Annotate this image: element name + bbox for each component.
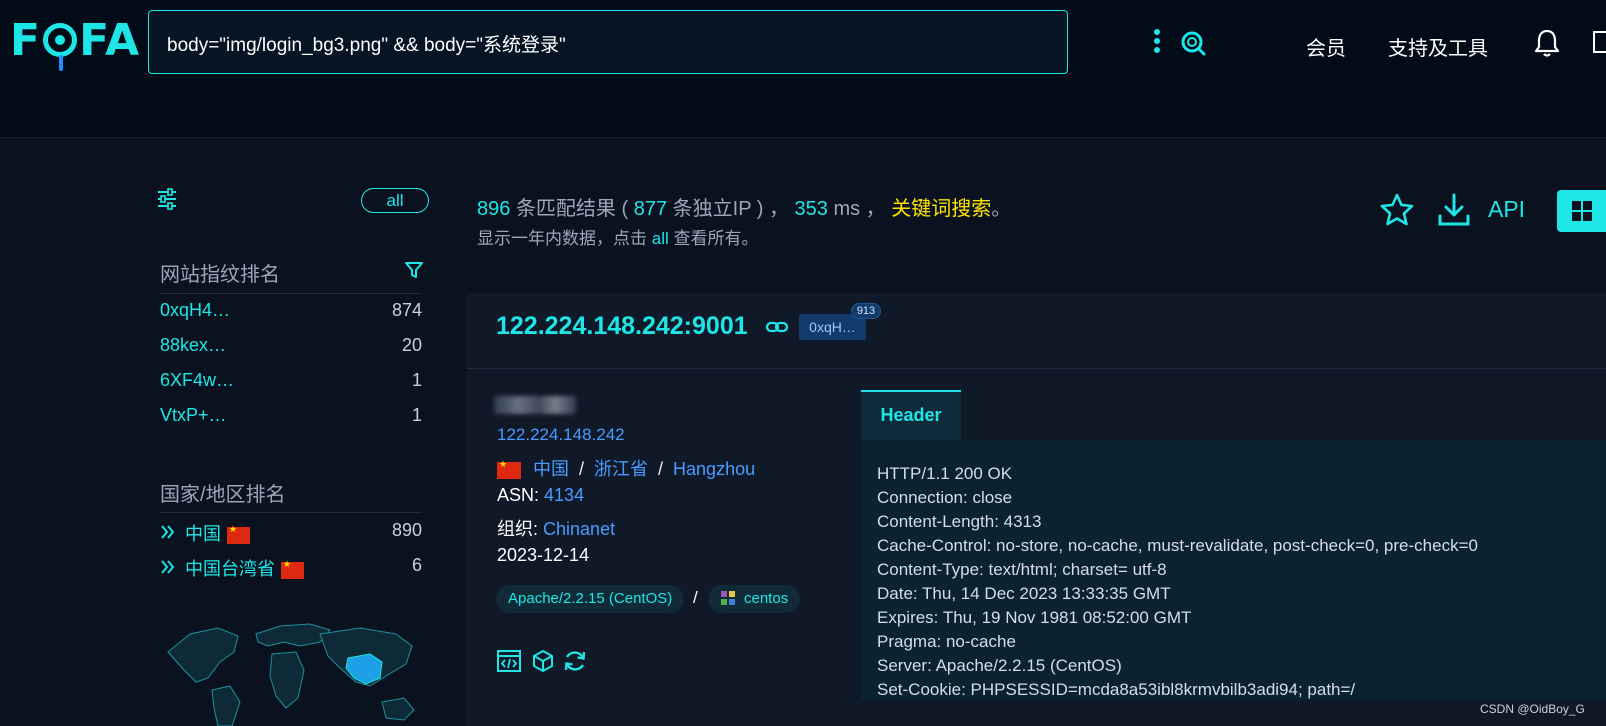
province-link[interactable]: 浙江省 [594, 459, 648, 479]
centos-icon [721, 591, 735, 605]
asn-link[interactable]: 4134 [544, 485, 584, 505]
header-line: Date: Thu, 14 Dec 2023 13:33:35 GMT [877, 584, 1171, 603]
fingerprint-rank-title: 网站指纹排名 [160, 264, 280, 286]
country-item[interactable]: 中国 890 [160, 520, 422, 546]
grid-icon [1572, 201, 1592, 221]
filter-sliders-icon[interactable] [156, 188, 178, 210]
show-all-link[interactable]: all [652, 229, 669, 248]
country-rank-title: 国家/地区排名 [160, 484, 286, 506]
city-link[interactable]: Hangzhou [673, 459, 755, 479]
ip-link[interactable]: 122.224.148.242 [497, 425, 625, 445]
country-item[interactable]: 中国台湾省 6 [160, 555, 422, 581]
logo-target-icon [43, 23, 78, 71]
expand-chevron-icon[interactable] [160, 559, 176, 575]
screen-icon[interactable] [1592, 30, 1606, 54]
header-line: Connection: close [877, 488, 1013, 507]
divider [466, 368, 1606, 369]
header-line: Set-Cookie: PHPSESSID=mcda8a53ibl8krmvbi… [877, 680, 1356, 699]
world-map [167, 623, 415, 726]
blurred-site-title [494, 396, 576, 414]
header-line: Pragma: no-cache [877, 632, 1016, 651]
top-header: F FA 会员 支持及工具 [0, 0, 1606, 138]
fingerprint-item[interactable]: VtxP+… 1 [160, 405, 422, 431]
http-header-panel: HTTP/1.1 200 OK Connection: close Conten… [861, 440, 1606, 700]
logo-letters-fa: FA [79, 14, 141, 66]
search-icon[interactable] [1179, 29, 1207, 57]
watermark: CSDN @OidBoy_G [1480, 702, 1585, 716]
all-toggle-button[interactable]: all [361, 188, 429, 213]
server-chip[interactable]: Apache/2.2.15 (CentOS) [496, 585, 685, 613]
divider [160, 293, 422, 294]
header-line: Server: Apache/2.2.15 (CentOS) [877, 656, 1122, 675]
keyword-search-link[interactable]: 关键词搜索 [891, 198, 991, 220]
logo-letter-f: F [10, 14, 42, 66]
header-line: HTTP/1.1 200 OK [877, 464, 1013, 483]
fingerprint-item[interactable]: 0xqH4… 874 [160, 300, 422, 326]
expand-chevron-icon[interactable] [160, 524, 176, 540]
header-line: Expires: Thu, 19 Nov 1981 08:52:00 GMT [877, 608, 1192, 627]
header-line: Content-Length: 4313 [877, 512, 1042, 531]
star-icon[interactable] [1379, 192, 1415, 228]
result-host-link[interactable]: 122.224.148.242:9001 [496, 312, 748, 341]
china-flag-icon [227, 525, 250, 544]
result-summary: 896 条匹配结果 ( 877 条独立IP ) ， 353 ms ， 关键词搜索… [477, 198, 1012, 220]
os-chip[interactable]: centos [708, 585, 801, 613]
country-link[interactable]: 中国 [533, 459, 569, 479]
grid-view-button[interactable] [1557, 190, 1606, 232]
chip-separator: / [693, 588, 698, 607]
divider [160, 512, 422, 513]
header-line: Cache-Control: no-store, no-cache, must-… [877, 536, 1478, 555]
data-range-note: 显示一年内数据，点击 all 查看所有。 [477, 229, 759, 248]
bell-icon[interactable] [1533, 28, 1561, 58]
fingerprint-item[interactable]: 88kex… 20 [160, 335, 422, 361]
date-text: 2023-12-14 [497, 545, 590, 565]
fingerprint-item[interactable]: 6XF4w… 1 [160, 370, 422, 396]
cube-icon[interactable] [530, 648, 556, 674]
tag-count-badge: 913 [851, 303, 881, 319]
nav-member[interactable]: 会员 [1306, 32, 1346, 61]
china-flag-icon [497, 460, 521, 479]
china-flag-icon [281, 560, 304, 579]
org-row: 组织: Chinanet [497, 519, 616, 539]
search-input[interactable] [167, 29, 987, 57]
asn-row: ASN: 4134 [497, 485, 585, 505]
refresh-icon[interactable] [562, 648, 588, 674]
more-options-icon[interactable] [1152, 29, 1162, 57]
api-button[interactable]: API [1488, 196, 1525, 223]
search-box [148, 10, 1206, 74]
nav-support-tools[interactable]: 支持及工具 [1388, 32, 1488, 61]
geo-location: 中国/浙江省/Hangzhou [497, 455, 755, 481]
code-view-icon[interactable] [496, 648, 522, 674]
funnel-icon[interactable] [405, 261, 423, 279]
header-line: Content-Type: text/html; charset= utf-8 [877, 560, 1167, 579]
fofa-logo[interactable]: F FA [10, 12, 141, 71]
download-icon[interactable] [1436, 192, 1472, 228]
link-icon[interactable] [766, 319, 788, 335]
org-link[interactable]: Chinanet [543, 519, 615, 539]
tab-header[interactable]: Header [861, 390, 961, 440]
